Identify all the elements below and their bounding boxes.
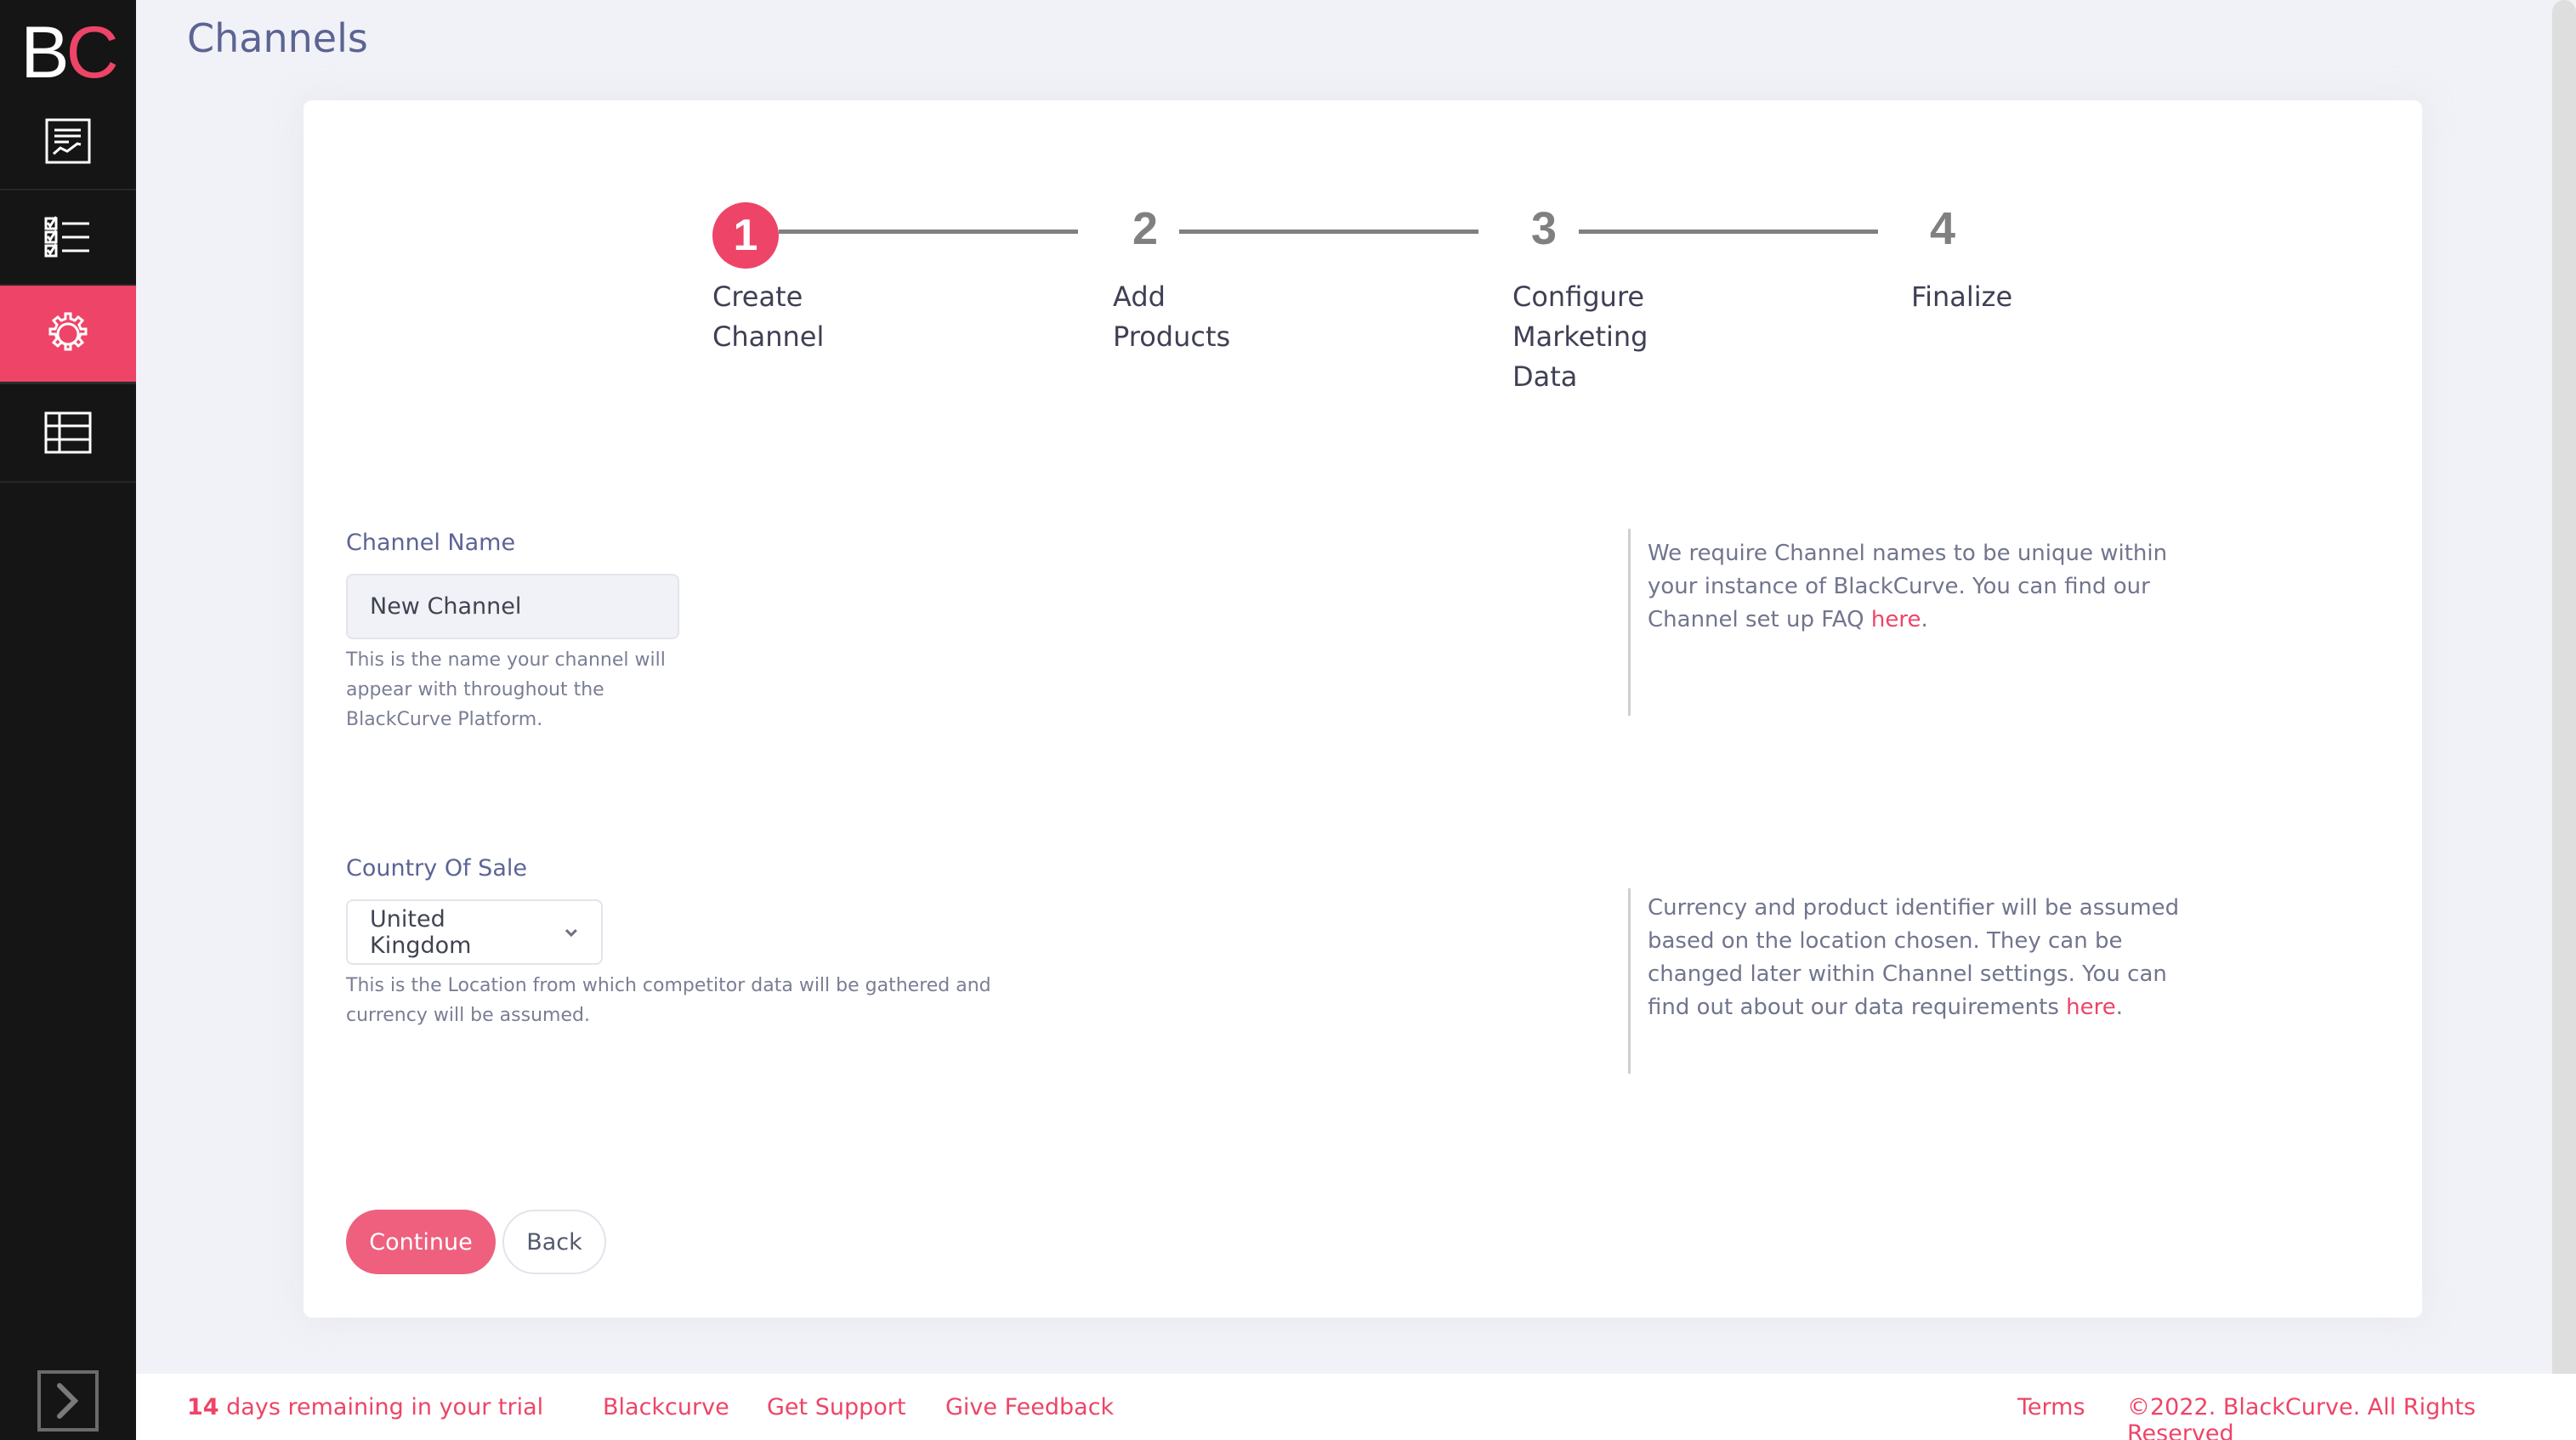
sidebar-item-tables[interactable] [0, 384, 136, 483]
trial-status: 14 days remaining in your trial [187, 1394, 543, 1420]
footer-link-terms[interactable]: Terms [2017, 1394, 2085, 1420]
country-select[interactable]: United Kingdom [346, 899, 603, 965]
checklist-icon [44, 216, 89, 258]
table-icon [44, 411, 92, 454]
continue-button[interactable]: Continue [346, 1210, 496, 1274]
logo-letter-b: B [20, 12, 69, 94]
sidebar: BC [0, 0, 136, 1440]
step-3-label: Configure Marketing Data [1512, 281, 1648, 393]
footer-link-blackcurve[interactable]: Blackcurve [603, 1394, 729, 1420]
data-requirements-link[interactable]: here [2066, 995, 2116, 1020]
page-title: Channels [187, 15, 368, 61]
chevron-down-icon [565, 928, 578, 937]
channel-name-help: This is the name your channel will appea… [346, 649, 666, 730]
footer-link-get-support[interactable]: Get Support [767, 1394, 905, 1420]
step-3-number: 3 [1531, 203, 1558, 254]
gear-icon [48, 312, 88, 350]
step-1-indicator: 1 [712, 202, 779, 269]
step-4-label: Finalize [1911, 281, 2013, 313]
country-info: Currency and product identifier will be … [1628, 888, 2206, 1074]
logo-letter-c: C [65, 12, 119, 94]
create-channel-card: 1 2 3 4 Create Channel Add Products Conf… [304, 100, 2422, 1318]
channel-name-label: Channel Name [346, 530, 516, 556]
sidebar-item-settings[interactable] [0, 286, 136, 384]
channel-name-info-suffix: . [1921, 607, 1928, 632]
channel-name-info: We require Channel names to be unique wi… [1628, 529, 2206, 716]
channel-faq-link[interactable]: here [1871, 607, 1921, 632]
step-2-label: Add Products [1113, 281, 1231, 353]
sidebar-item-reports[interactable] [0, 94, 136, 190]
trial-days-count: 14 [187, 1394, 219, 1420]
channel-name-input[interactable] [346, 574, 679, 639]
page-scrollbar[interactable] [2552, 0, 2576, 1374]
step-1-label: Create Channel [712, 281, 825, 353]
expand-sidebar-button[interactable] [37, 1370, 99, 1431]
country-selected-value: United Kingdom [370, 905, 472, 959]
country-label: Country Of Sale [346, 855, 527, 882]
step-connector [779, 230, 1078, 234]
footer-link-give-feedback[interactable]: Give Feedback [945, 1394, 1114, 1420]
footer: 14 days remaining in your trial Blackcur… [136, 1374, 2576, 1440]
back-button[interactable]: Back [502, 1210, 606, 1274]
report-chart-icon [45, 118, 91, 164]
trial-text: days remaining in your trial [218, 1394, 544, 1420]
country-info-suffix: . [2115, 995, 2124, 1020]
copyright: ©2022. BlackCurve. All Rights Reserved [2127, 1394, 2476, 1440]
step-connector [1179, 230, 1478, 234]
step-2-number: 2 [1132, 203, 1159, 254]
sidebar-item-tasks[interactable] [0, 189, 136, 286]
logo[interactable]: BC [0, 0, 136, 105]
chevron-right-icon [57, 1383, 79, 1419]
step-4-number: 4 [1930, 203, 1956, 254]
step-connector [1579, 230, 1878, 234]
country-help: This is the Location from which competit… [346, 975, 991, 1026]
